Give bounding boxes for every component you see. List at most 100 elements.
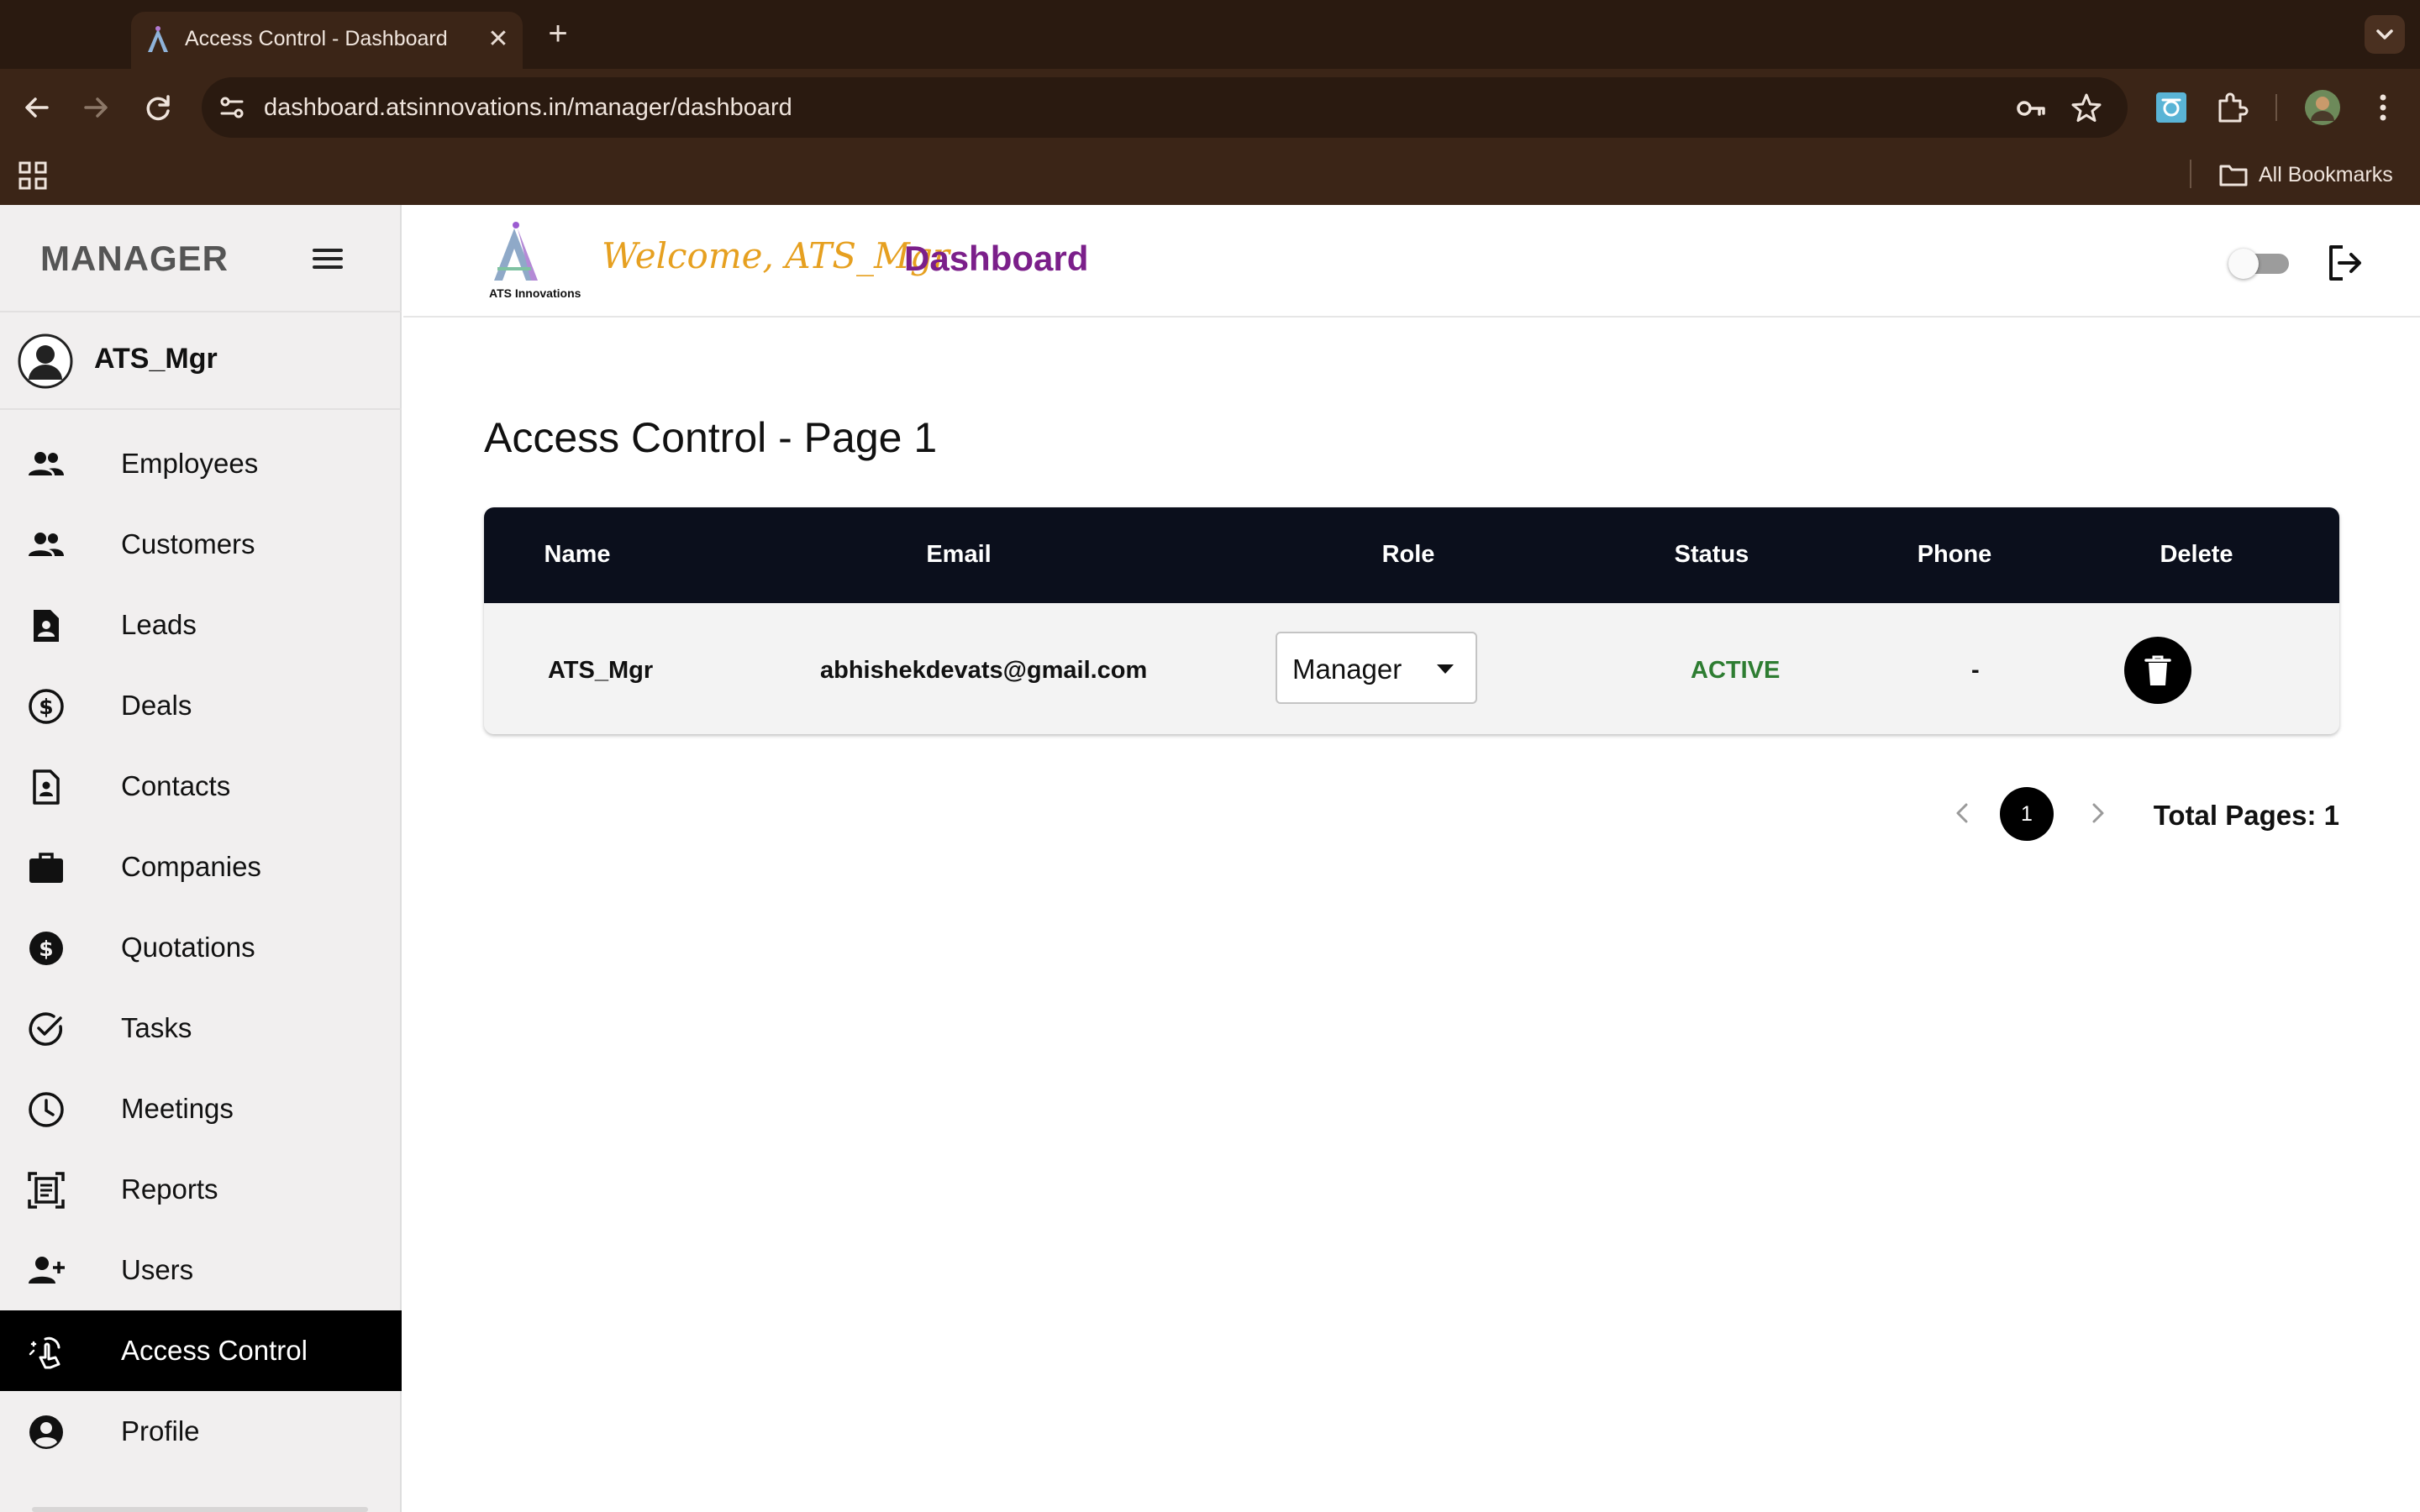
sidebar-item-label: Leads (121, 609, 197, 640)
sidebar-item-label: Quotations (121, 932, 255, 963)
status-badge: ACTIVE (1691, 657, 1781, 684)
svg-text:$: $ (39, 695, 53, 719)
chevron-down-icon (2376, 29, 2393, 39)
sidebar-item-customers[interactable]: Customers (0, 504, 402, 585)
page-number-button[interactable]: 1 (2000, 787, 2054, 841)
sidebar-item-users[interactable]: Users (0, 1230, 402, 1310)
access-control-table: Name Email Role Status Phone Delete ATS_… (484, 507, 2339, 734)
total-pages-label: Total Pages: 1 (2153, 800, 2339, 831)
app-header: ATS Innovations Welcome, ATS_Mgr Dashboa… (403, 205, 2420, 318)
briefcase-icon (29, 853, 63, 883)
chevron-left-icon[interactable] (1946, 796, 1980, 830)
sidebar-item-label: Contacts (121, 770, 231, 801)
all-bookmarks-label: All Bookmarks (2259, 162, 2393, 186)
bookmark-star-icon[interactable] (2069, 91, 2104, 126)
apps-grid-icon[interactable] (17, 160, 49, 192)
all-bookmarks-button[interactable]: All Bookmarks (2218, 158, 2393, 192)
contact-page-icon (33, 769, 60, 805)
sidebar-item-label: Meetings (121, 1093, 234, 1124)
role-select-value: Manager (1292, 654, 1402, 685)
ats-favicon-icon (148, 26, 168, 52)
table-row: ATS_Mgr abhishekdevats@gmail.com Manager… (484, 603, 2339, 734)
table-header: Name Email Role Status Phone Delete (484, 507, 2339, 603)
page-title: Dashboard (904, 239, 1089, 278)
sidebar-item-access-control[interactable]: Access Control (0, 1310, 402, 1391)
column-header-email: Email (926, 541, 992, 568)
back-arrow-icon[interactable] (17, 87, 57, 128)
sidebar-user[interactable]: ATS_Mgr (0, 314, 402, 410)
tab-title: Access Control - Dashboard (185, 27, 448, 50)
column-header-delete: Delete (2160, 541, 2233, 568)
browser-chrome: Access Control - Dashboard ✕ + dashboard… (0, 0, 2420, 205)
profile-avatar-icon[interactable] (2302, 87, 2343, 128)
extensions-puzzle-icon[interactable] (2212, 87, 2252, 128)
toggle-knob (2228, 249, 2259, 279)
sidebar: MANAGER ATS_Mgr Employees Customers Lead… (0, 205, 402, 1512)
chevron-right-icon[interactable] (2081, 796, 2114, 830)
welcome-message: Welcome, ATS_Mgr (602, 235, 950, 276)
delete-button[interactable] (2124, 637, 2191, 704)
person-add-icon (29, 1257, 65, 1284)
hamburger-menu-icon[interactable] (308, 239, 348, 279)
cell-email: abhishekdevats@gmail.com (820, 657, 1148, 684)
new-tab-icon[interactable]: + (539, 15, 576, 52)
sidebar-item-label: Deals (121, 690, 192, 721)
dollar-circle-outline-icon: $ (29, 689, 64, 724)
tab-search-button[interactable] (2365, 15, 2405, 54)
close-tab-icon[interactable]: ✕ (482, 24, 514, 55)
logout-icon[interactable] (2324, 242, 2366, 284)
reload-icon[interactable] (138, 87, 178, 128)
pagination: 1 Total Pages: 1 (1933, 785, 2339, 843)
sidebar-item-deals[interactable]: $ Deals (0, 665, 402, 746)
account-circle-icon (29, 1415, 63, 1449)
site-info-icon[interactable] (215, 91, 249, 124)
address-bar[interactable]: dashboard.atsinnovations.in/manager/dash… (202, 77, 2128, 138)
role-select[interactable]: Manager (1276, 632, 1477, 704)
dropdown-caret-icon (1437, 664, 1454, 674)
sidebar-item-label: Companies (121, 851, 261, 882)
sidebar-nav: Employees Customers Leads $ Deals Contac… (0, 423, 402, 1472)
sidebar-item-employees[interactable]: Employees (0, 423, 402, 504)
sidebar-item-leads[interactable]: Leads (0, 585, 402, 665)
people-icon (29, 533, 64, 556)
sidebar-header: MANAGER (0, 205, 402, 312)
trash-icon (2144, 655, 2171, 685)
tab-strip: Access Control - Dashboard ✕ + (0, 0, 2420, 69)
url-text: dashboard.atsinnovations.in/manager/dash… (264, 94, 792, 121)
document-scanner-icon (28, 1172, 65, 1209)
sidebar-item-label: Access Control (121, 1335, 308, 1366)
sidebar-item-tasks[interactable]: Tasks (0, 988, 402, 1068)
browser-menu-icon[interactable] (2363, 87, 2403, 128)
sidebar-item-label: Reports (121, 1173, 218, 1205)
user-avatar-icon (18, 333, 73, 389)
document-person-icon (34, 610, 59, 642)
browser-tab[interactable]: Access Control - Dashboard ✕ (131, 12, 523, 69)
ats-innovations-logo: ATS Innovations (489, 222, 581, 300)
logo-text: ATS Innovations (489, 286, 581, 300)
sidebar-item-quotations[interactable]: $ Quotations (0, 907, 402, 988)
sidebar-item-companies[interactable]: Companies (0, 827, 402, 907)
sidebar-scroll-indicator (32, 1507, 368, 1512)
theme-toggle[interactable] (2228, 249, 2289, 279)
column-header-role: Role (1381, 541, 1435, 568)
folder-icon (2219, 165, 2248, 186)
sidebar-item-contacts[interactable]: Contacts (0, 746, 402, 827)
sidebar-title: MANAGER (40, 239, 229, 278)
dollar-circle-filled-icon: $ (29, 932, 63, 965)
toolbar-divider (2275, 94, 2277, 121)
forward-arrow-icon[interactable] (76, 87, 116, 128)
extension-camera-icon[interactable] (2151, 87, 2191, 128)
sidebar-item-label: Profile (121, 1415, 200, 1446)
sidebar-item-label: Users (121, 1254, 194, 1285)
touch-app-icon (29, 1336, 60, 1369)
column-header-status: Status (1674, 541, 1749, 568)
sidebar-item-meetings[interactable]: Meetings (0, 1068, 402, 1149)
check-circle-icon (29, 1012, 63, 1046)
password-key-icon[interactable] (2013, 91, 2049, 126)
sidebar-item-profile[interactable]: Profile (0, 1391, 402, 1472)
svg-text:$: $ (39, 937, 53, 961)
sidebar-item-label: Employees (121, 448, 259, 479)
bookmarks-divider (2190, 160, 2191, 188)
sidebar-item-reports[interactable]: Reports (0, 1149, 402, 1230)
column-header-phone: Phone (1917, 541, 1992, 568)
